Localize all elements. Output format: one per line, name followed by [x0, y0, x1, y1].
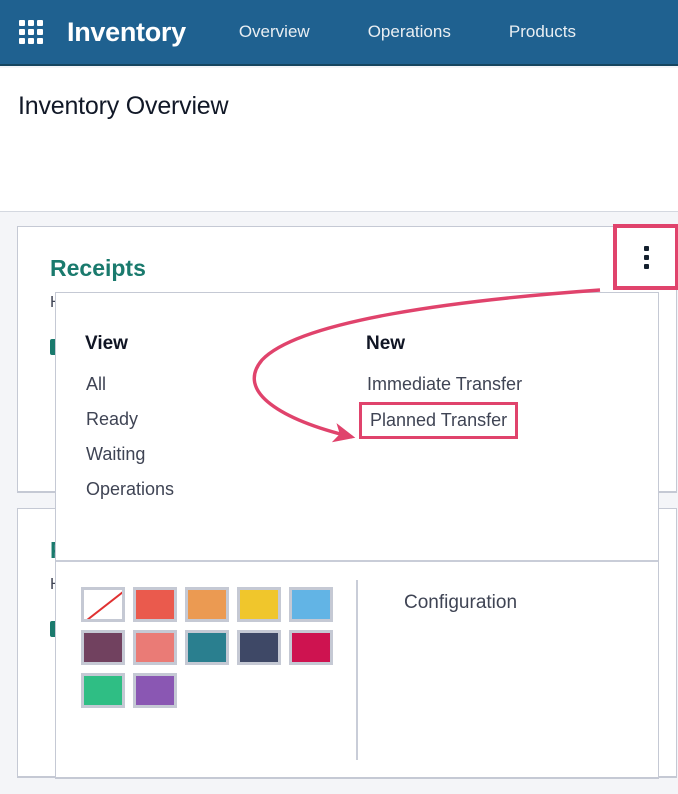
color-swatch-no-color[interactable] [81, 587, 125, 622]
color-swatch-palette [81, 587, 351, 716]
dropdown-new-column: New Immediate Transfer Planned Transfer [359, 327, 624, 439]
color-swatch-orange[interactable] [185, 587, 229, 622]
dropdown-item-ready[interactable]: Ready [83, 402, 343, 437]
card-dropdown-menu: View All Ready Waiting Operations New Im… [55, 292, 659, 779]
color-swatch-plum[interactable] [81, 630, 125, 665]
control-panel: Inventory Overview [0, 68, 678, 212]
kebab-dot [643, 263, 649, 269]
dropdown-item-operations[interactable]: Operations [83, 472, 343, 507]
nav-link-products[interactable]: Products [509, 22, 576, 42]
card-receipts-title[interactable]: Receipts [50, 255, 146, 282]
dropdown-view-column: View All Ready Waiting Operations [83, 327, 343, 507]
nav-link-overview[interactable]: Overview [239, 22, 310, 42]
color-swatch-purple[interactable] [133, 673, 177, 708]
dropdown-item-waiting[interactable]: Waiting [83, 437, 343, 472]
color-swatch-row [81, 630, 351, 665]
color-swatch-teal[interactable] [185, 630, 229, 665]
kebab-menu-button[interactable] [613, 224, 678, 290]
dropdown-item-configuration[interactable]: Configuration [401, 588, 520, 618]
kebab-dot [643, 254, 649, 260]
color-swatch-salmon[interactable] [133, 630, 177, 665]
top-navbar: Inventory Overview Operations Products [0, 0, 678, 66]
color-swatch-yellow[interactable] [237, 587, 281, 622]
dropdown-vertical-divider [356, 580, 358, 760]
apps-grid-icon[interactable] [17, 18, 45, 46]
color-swatch-row [81, 587, 351, 622]
app-brand-title[interactable]: Inventory [67, 17, 186, 48]
dropdown-new-heading: New [366, 333, 406, 354]
dropdown-top-section: View All Ready Waiting Operations New Im… [56, 293, 658, 560]
dropdown-item-immediate-transfer[interactable]: Immediate Transfer [364, 367, 624, 402]
page-title: Inventory Overview [18, 92, 229, 120]
kebab-dot [643, 245, 649, 251]
navbar-links: Overview Operations Products [239, 22, 576, 42]
dropdown-bottom-section: Configuration [56, 562, 658, 778]
color-swatch-row [81, 673, 351, 708]
nav-link-operations[interactable]: Operations [368, 22, 451, 42]
dropdown-view-heading: View [85, 333, 128, 354]
color-swatch-red[interactable] [133, 587, 177, 622]
color-swatch-crimson[interactable] [289, 630, 333, 665]
dropdown-item-planned-transfer[interactable]: Planned Transfer [359, 402, 519, 439]
color-swatch-navy[interactable] [237, 630, 281, 665]
dropdown-item-all[interactable]: All [83, 367, 343, 402]
color-swatch-light-blue[interactable] [289, 587, 333, 622]
color-swatch-green[interactable] [81, 673, 125, 708]
